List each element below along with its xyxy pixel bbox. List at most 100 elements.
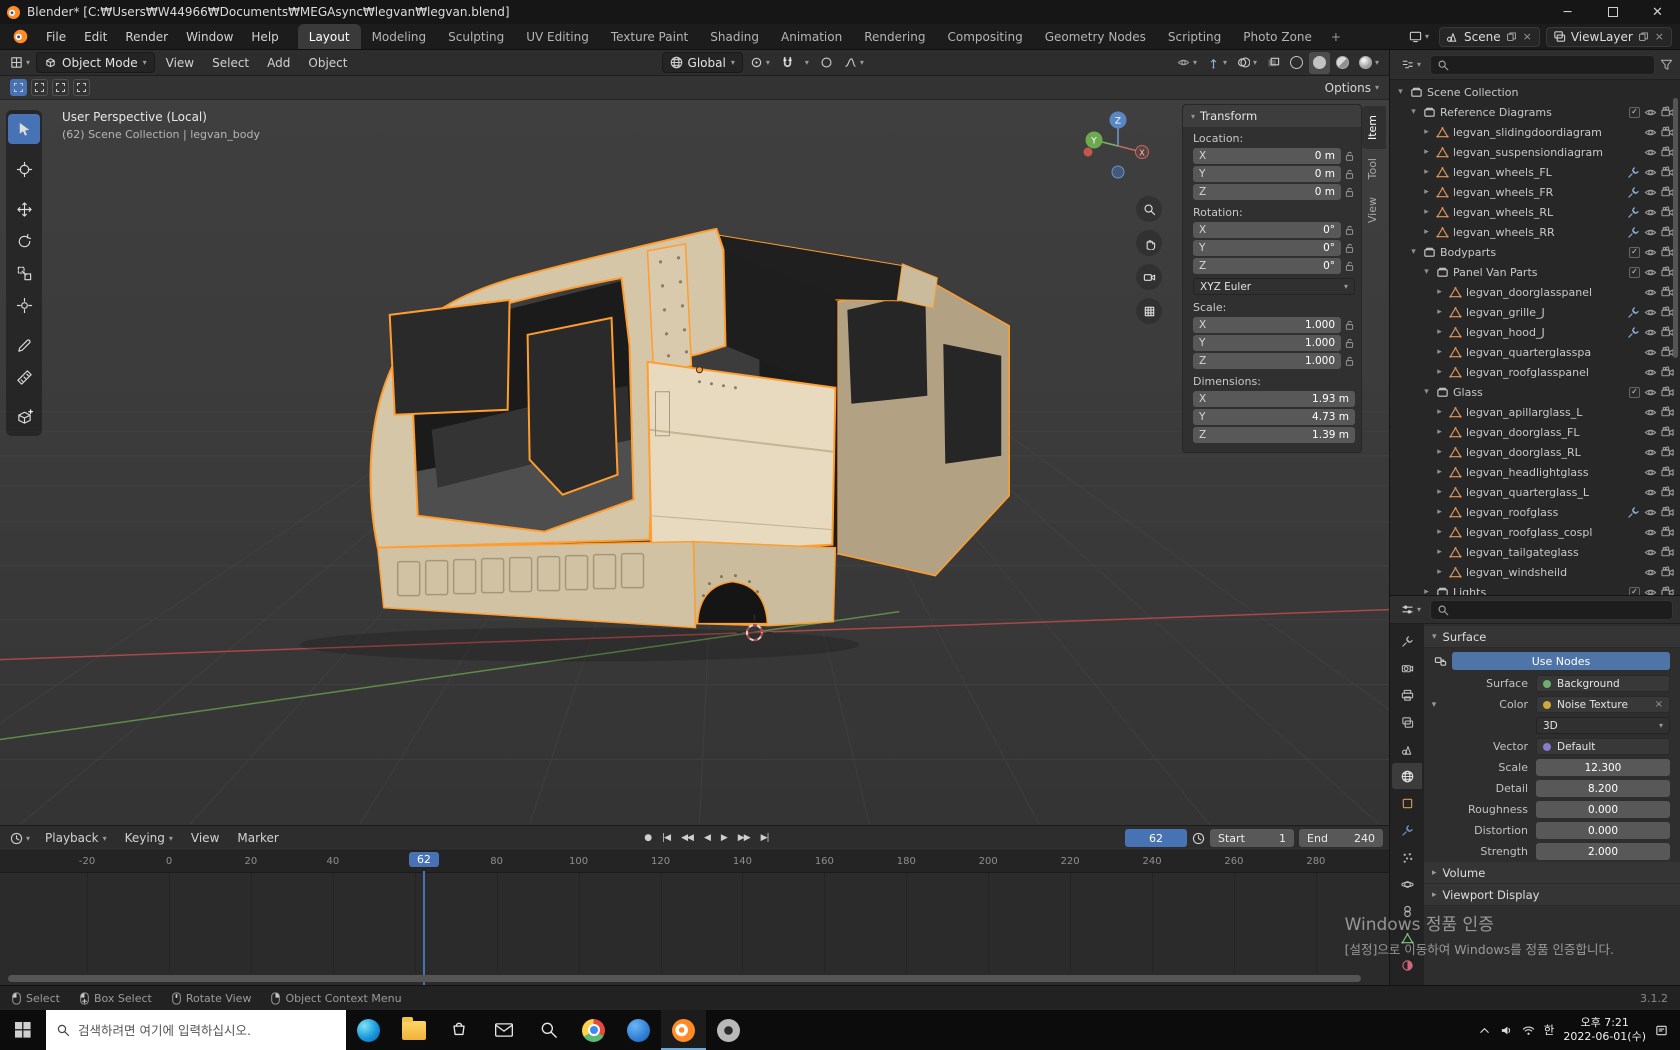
hide-viewport-icon[interactable] [1644,126,1657,139]
volume-section-header[interactable]: ▸Volume [1424,862,1680,884]
navigation-gizmo[interactable]: Z Y X [1078,106,1158,189]
outliner-row-lights[interactable]: ▸Lights✓ [1390,582,1680,595]
van-side-glass-door[interactable] [528,318,618,495]
properties-tab-output[interactable] [1392,682,1422,708]
taskbar-search-input[interactable] [78,1023,336,1038]
workspace-tab-modeling[interactable]: Modeling [361,24,438,49]
taskbar-search[interactable] [46,1010,346,1050]
hide-viewport-icon[interactable] [1644,306,1657,319]
lock-icon[interactable] [1344,186,1355,198]
outliner-row-legvan-tailgateglass[interactable]: ▸legvan_tailgateglass [1390,542,1680,562]
transform-dimensions-y-field[interactable]: Y4.73 m [1193,409,1355,425]
hide-viewport-icon[interactable] [1644,486,1657,499]
outliner-row-legvan-headlightglass[interactable]: ▸legvan_headlightglass [1390,462,1680,482]
expand-arrow-icon[interactable]: ▸ [1434,447,1445,457]
workspace-tab-animation[interactable]: Animation [770,24,853,49]
expand-arrow-icon[interactable]: ▾ [1408,247,1419,257]
minimize-button[interactable]: ─ [1545,0,1590,24]
expand-arrow-icon[interactable]: ▸ [1421,187,1432,197]
hide-viewport-icon[interactable] [1644,526,1657,539]
expand-arrow-icon[interactable]: ▾ [1408,107,1419,117]
viewport-display-section-header[interactable]: ▸Viewport Display [1424,884,1680,906]
transform-rotation-z-field[interactable]: Z0° [1193,258,1341,274]
menu-render[interactable]: Render [116,24,177,49]
collection-checkbox[interactable]: ✓ [1629,387,1640,398]
expand-arrow-icon[interactable]: ▸ [1421,147,1432,157]
hide-viewport-icon[interactable] [1644,386,1657,399]
editor-type-button[interactable]: ▾ [6,52,34,74]
shading-solid-button[interactable] [1309,52,1330,74]
hide-viewport-icon[interactable] [1644,446,1657,459]
snap-toggle[interactable] [777,52,798,74]
transform-dimensions-x-field[interactable]: X1.93 m [1193,391,1355,407]
tool-cursor[interactable] [8,154,40,184]
outliner-row-legvan-quarterglasspa[interactable]: ▸legvan_quarterglasspa [1390,342,1680,362]
viewport-3d[interactable]: User Perspective (Local) (62) Scene Coll… [0,100,1389,825]
taskbar-app-app-blue[interactable] [616,1010,661,1050]
hide-viewport-icon[interactable] [1644,286,1657,299]
play-button[interactable]: ▶ [716,831,732,845]
expand-arrow-icon[interactable]: ▸ [1434,407,1445,417]
timeline-menu-playback[interactable]: Playback▾ [36,831,116,845]
disable-render-icon[interactable] [1661,486,1674,499]
workspace-tab-uv-editing[interactable]: UV Editing [515,24,600,49]
taskbar-app-search-app[interactable] [526,1010,571,1050]
workspace-tab-geometry-nodes[interactable]: Geometry Nodes [1034,24,1157,49]
close-button[interactable]: ✕ [1635,0,1680,24]
shading-wireframe-button[interactable] [1286,52,1307,74]
properties-tab-physics[interactable] [1392,871,1422,897]
play-reverse-button[interactable]: ◀ [699,831,715,845]
transform-scale-z-field[interactable]: Z1.000 [1193,353,1341,369]
timeline-menu-marker[interactable]: Marker [228,831,287,845]
timeline-ruler[interactable]: -200204060801001201401601802002202402602… [0,851,1389,873]
expand-arrow-icon[interactable]: ▸ [1434,547,1445,557]
menu-window[interactable]: Window [177,24,242,49]
tool-scale[interactable] [8,258,40,288]
overlays-dropdown[interactable]: ▾ [1233,52,1261,74]
workspace-tab-photo-zone[interactable]: Photo Zone [1232,24,1323,49]
disable-render-icon[interactable] [1661,566,1674,579]
taskbar-app-mail[interactable] [481,1010,526,1050]
blender-menu-logo-icon[interactable] [4,24,37,49]
expand-arrow-icon[interactable]: ▸ [1434,287,1445,297]
hide-viewport-icon[interactable] [1644,366,1657,379]
tool-move[interactable] [8,194,40,224]
hide-viewport-icon[interactable] [1644,106,1657,119]
workspace-tab-scripting[interactable]: Scripting [1157,24,1232,49]
auto-keying-toggle[interactable]: ● [639,831,656,845]
proportional-edit-toggle[interactable] [816,52,837,74]
viewlayer-selector[interactable]: ViewLayer × [1546,27,1672,47]
properties-tab-scene[interactable] [1392,736,1422,762]
hide-viewport-icon[interactable] [1644,586,1657,596]
world-detail-field[interactable]: 8.200 [1536,780,1670,797]
properties-search-input[interactable] [1430,600,1673,620]
node-expand-icon[interactable]: ▾ [1428,700,1440,710]
menu-file[interactable]: File [37,24,75,49]
world-strength-field[interactable]: 2.000 [1536,843,1670,860]
visibility-dropdown[interactable]: ▾ [1173,52,1201,74]
hide-viewport-icon[interactable] [1644,226,1657,239]
sidebar-tab-view[interactable]: View [1362,188,1386,232]
viewport-menu-object[interactable]: Object [299,56,356,70]
timeline-scrollbar[interactable] [8,975,1361,982]
lock-icon[interactable] [1344,168,1355,180]
shading-material-button[interactable] [1332,52,1353,74]
properties-tab-tool[interactable] [1392,628,1422,654]
jump-prev-keyframe-button[interactable]: ◀◀ [676,831,698,845]
outliner-row-legvan-doorglass-rl[interactable]: ▸legvan_doorglass_RL [1390,442,1680,462]
notification-center-icon[interactable] [1655,1024,1668,1037]
use-nodes-button[interactable]: Use Nodes [1452,652,1670,670]
hide-viewport-icon[interactable] [1644,546,1657,559]
outliner-row-legvan-wheels-rr[interactable]: ▸legvan_wheels_RR [1390,222,1680,242]
jump-to-end-button[interactable]: ▶| [756,831,774,845]
scene-selector[interactable]: Scene × [1439,27,1540,47]
lock-icon[interactable] [1344,337,1355,349]
transform-rotation-y-field[interactable]: Y0° [1193,240,1341,256]
world-vector-field[interactable]: Default [1536,738,1670,755]
expand-arrow-icon[interactable]: ▾ [1421,387,1432,397]
collection-checkbox[interactable]: ✓ [1629,247,1640,258]
disable-render-icon[interactable] [1661,446,1674,459]
tool-measure[interactable] [8,362,40,392]
disable-render-icon[interactable] [1661,546,1674,559]
pan-button[interactable] [1136,230,1162,256]
